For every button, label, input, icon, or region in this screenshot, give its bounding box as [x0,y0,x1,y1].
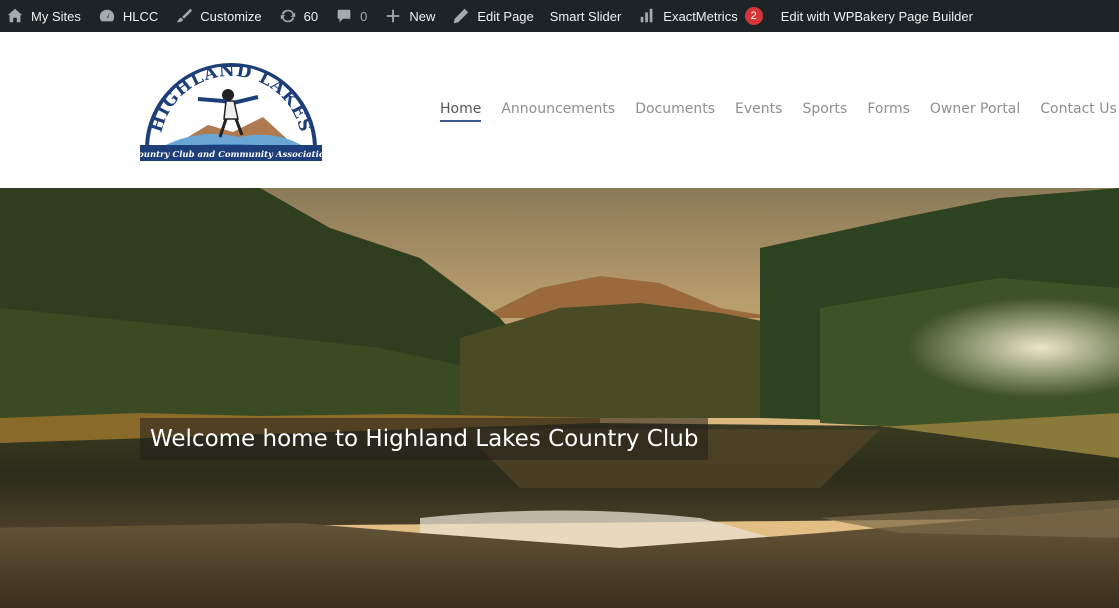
admin-bar-wpbakery[interactable]: Edit with WPBakery Page Builder [771,0,981,32]
notification-badge: 2 [744,7,763,25]
admin-bar-edit-page-label: Edit Page [477,8,534,24]
plus-icon [383,6,403,26]
admin-bar-exactmetrics[interactable]: ExactMetrics 2 [629,0,770,32]
highland-lakes-logo: HIGHLAND LAKES Country Club and Communit… [131,61,331,161]
admin-bar-customize-label: Customize [200,8,262,24]
admin-bar-new-label: New [409,8,436,24]
hero-slider[interactable]: Welcome home to Highland Lakes Country C… [0,188,1119,608]
bar-chart-icon [637,6,657,26]
admin-bar-edit-page[interactable]: Edit Page [443,0,541,32]
admin-bar-updates-count: 60 [303,8,319,24]
updates-icon [278,6,298,26]
admin-bar-smart-slider[interactable]: Smart Slider [542,0,630,32]
main-navigation: Home Announcements Documents Events Spor… [440,101,1117,122]
admin-bar: My Sites HLCC Customize 60 0 New Edit Pa… [0,0,1119,32]
hero-background-image [0,188,1119,608]
admin-bar-exactmetrics-label: ExactMetrics [663,8,738,24]
admin-bar-customize[interactable]: Customize [166,0,269,32]
admin-bar-site-name[interactable]: HLCC [89,0,166,32]
nav-home[interactable]: Home [440,101,482,122]
dashboard-icon [97,6,117,26]
nav-forms[interactable]: Forms [867,101,910,122]
admin-bar-comments[interactable]: 0 [326,0,375,32]
my-sites-icon [5,6,25,26]
logo-banner-text: Country Club and Community Association [138,150,324,160]
admin-bar-new[interactable]: New [375,0,443,32]
admin-bar-comments-count: 0 [360,8,368,24]
site-logo[interactable]: HIGHLAND LAKES Country Club and Communit… [131,57,331,163]
comments-icon [334,6,354,26]
nav-contact-us[interactable]: Contact Us [1040,101,1116,122]
brush-icon [174,6,194,26]
admin-bar-my-sites-label: My Sites [31,8,81,24]
admin-bar-my-sites[interactable]: My Sites [0,0,89,32]
admin-bar-smart-slider-label: Smart Slider [549,8,622,24]
admin-bar-wpbakery-label: Edit with WPBakery Page Builder [780,8,973,24]
admin-bar-updates[interactable]: 60 [270,0,326,32]
pencil-icon [451,6,471,26]
nav-documents[interactable]: Documents [635,101,715,122]
site-header: HIGHLAND LAKES Country Club and Communit… [0,32,1119,188]
admin-bar-site-label: HLCC [122,8,159,24]
nav-sports[interactable]: Sports [802,101,847,122]
nav-owner-portal[interactable]: Owner Portal [930,101,1020,122]
nav-announcements[interactable]: Announcements [501,101,615,122]
hero-title: Welcome home to Highland Lakes Country C… [140,418,709,460]
nav-events[interactable]: Events [735,101,782,122]
